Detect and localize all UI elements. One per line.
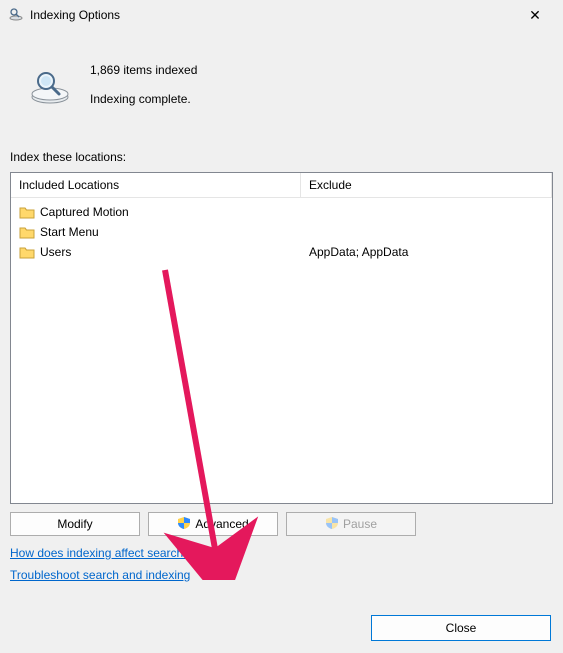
list-item[interactable]: Users	[17, 242, 295, 262]
titlebar: Indexing Options ✕	[0, 0, 563, 30]
exclude-value	[307, 222, 546, 242]
button-label: Modify	[57, 517, 92, 531]
status-area: 1,869 items indexed Indexing complete.	[10, 30, 553, 140]
folder-icon	[19, 245, 35, 259]
help-link[interactable]: How does indexing affect searches?	[10, 546, 203, 560]
folder-icon	[19, 205, 35, 219]
button-label: Pause	[343, 517, 377, 531]
indexed-count: 1,869 items indexed	[90, 56, 553, 85]
close-button[interactable]: Close	[371, 615, 551, 641]
list-item[interactable]: Start Menu	[17, 222, 295, 242]
shield-icon	[325, 516, 339, 533]
window-title: Indexing Options	[30, 8, 515, 22]
list-item-label: Users	[40, 245, 71, 259]
exclude-value: AppData; AppData	[307, 242, 546, 262]
pause-button: Pause	[286, 512, 416, 536]
included-column-body: Captured Motion Start Menu Users	[11, 198, 301, 503]
list-item-label: Captured Motion	[40, 205, 129, 219]
exclude-value	[307, 202, 546, 222]
close-icon[interactable]: ✕	[515, 7, 555, 24]
troubleshoot-link[interactable]: Troubleshoot search and indexing	[10, 568, 190, 582]
indexing-state: Indexing complete.	[90, 85, 553, 114]
modify-button[interactable]: Modify	[10, 512, 140, 536]
app-icon	[8, 6, 24, 25]
column-included[interactable]: Included Locations	[11, 173, 301, 197]
list-header: Included Locations Exclude	[11, 173, 552, 198]
column-exclude[interactable]: Exclude	[301, 173, 552, 197]
shield-icon	[177, 516, 191, 533]
folder-icon	[19, 225, 35, 239]
exclude-column-body: AppData; AppData	[301, 198, 552, 503]
button-label: Advanced	[195, 517, 248, 531]
advanced-button[interactable]: Advanced	[148, 512, 278, 536]
indexing-icon	[10, 61, 90, 109]
list-item-label: Start Menu	[40, 225, 99, 239]
locations-list: Included Locations Exclude Captured Moti…	[10, 172, 553, 504]
list-item[interactable]: Captured Motion	[17, 202, 295, 222]
locations-label: Index these locations:	[10, 150, 553, 164]
